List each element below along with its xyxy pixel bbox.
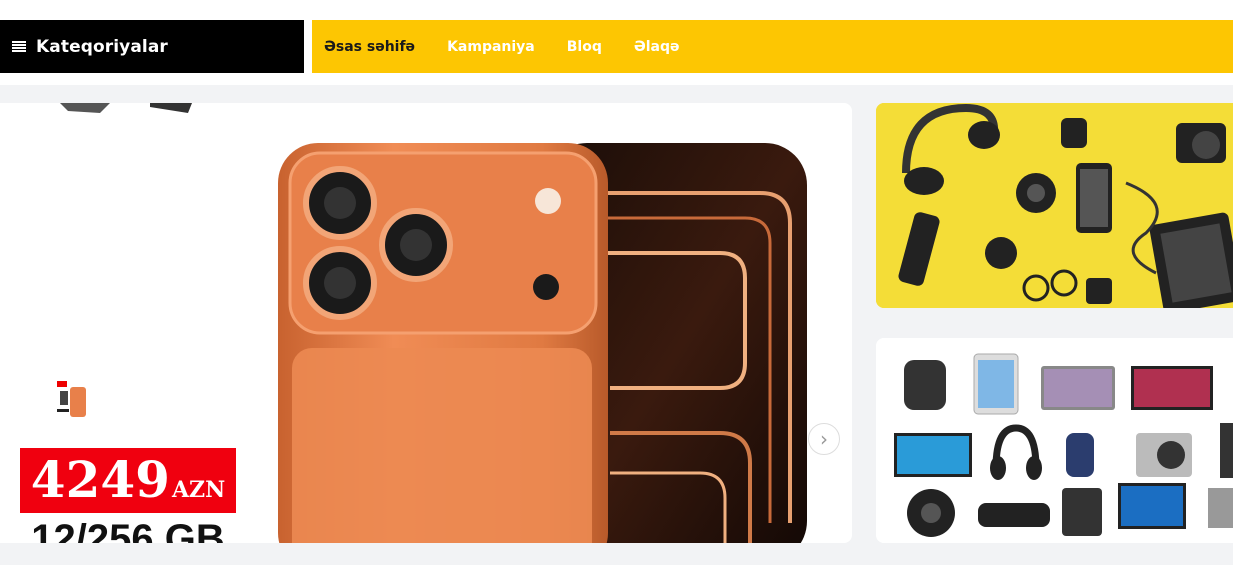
main-nav: Əsas səhifə Kampaniya Bloq Əlaqə (312, 20, 1233, 73)
nav-link-home[interactable]: Əsas səhifə (324, 39, 415, 55)
banner-electronics-collage[interactable] (876, 338, 1233, 543)
menu-icon (12, 41, 26, 52)
nav-link-contact[interactable]: Əlaqə (634, 39, 680, 55)
storage-label: 12/256 GB (31, 517, 225, 543)
price-badge: 4249 AZN (20, 448, 236, 513)
price-value: 4249 (30, 450, 170, 509)
thumbnail-image[interactable] (56, 377, 88, 419)
slider-next-button[interactable]: › (808, 423, 840, 455)
price-currency: AZN (171, 477, 226, 503)
categories-button[interactable]: Kateqoriyalar (0, 20, 304, 73)
chevron-right-icon: › (820, 427, 828, 451)
hero-slider[interactable]: 4249 AZN 12/256 GB › (0, 103, 852, 543)
categories-label: Kateqoriyalar (36, 36, 168, 57)
electronics-flatlay-image (876, 103, 1233, 308)
nav-link-blog[interactable]: Bloq (567, 39, 602, 55)
electronics-collage-image (876, 338, 1233, 543)
nav-link-campaign[interactable]: Kampaniya (447, 39, 535, 55)
banner-electronics-flatlay[interactable] (876, 103, 1233, 308)
